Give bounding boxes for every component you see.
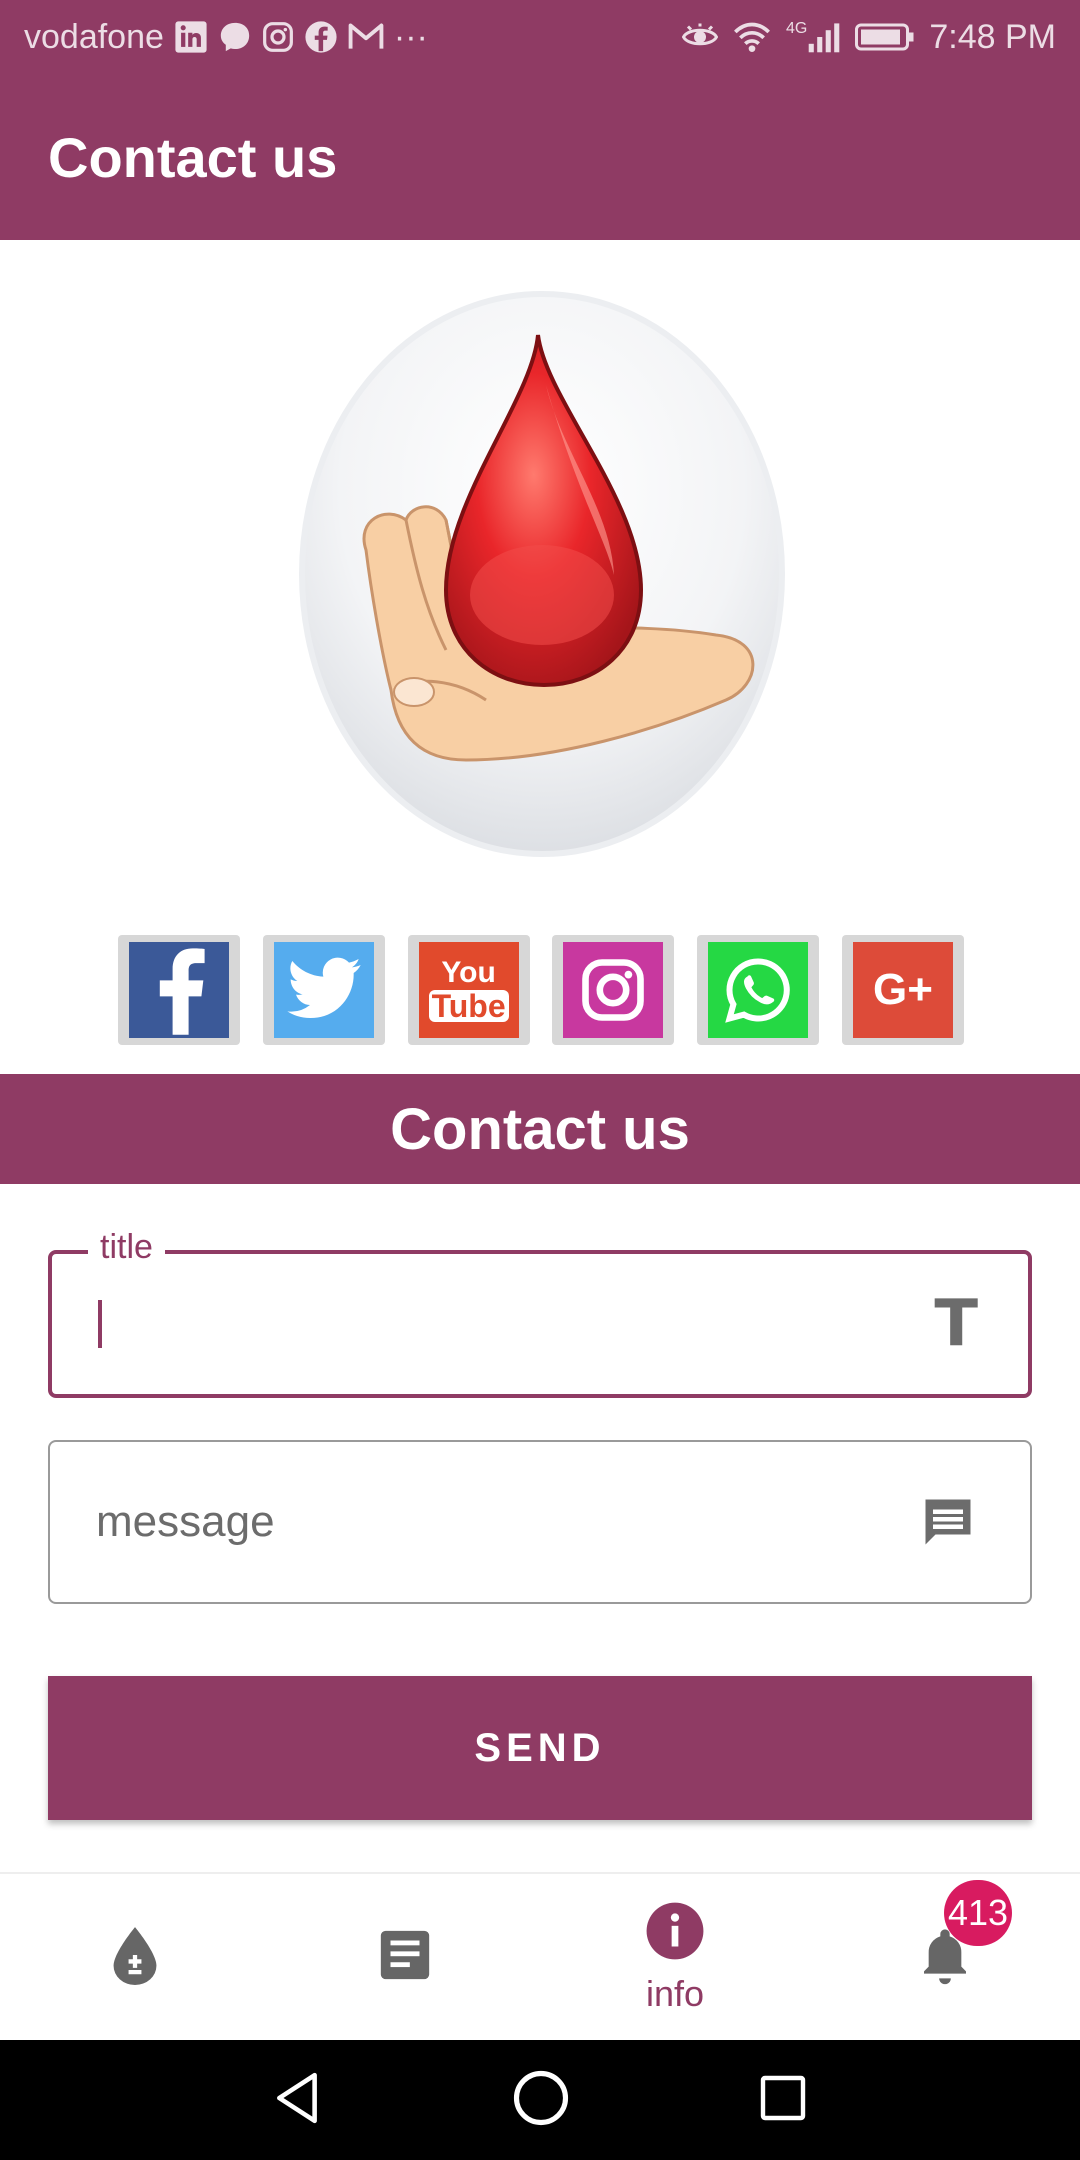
article-icon [376, 1926, 434, 1989]
nav-item-info[interactable]: info [540, 1874, 810, 2040]
page-title: Contact us [48, 125, 338, 189]
title-field-label: title [88, 1228, 165, 1267]
clock: 7:48 PM [929, 17, 1056, 56]
text-cursor [98, 1300, 102, 1348]
app-bar: Contact us [0, 74, 1080, 240]
notification-badge: 413 [944, 1880, 1013, 1946]
nav-item-articles[interactable] [270, 1874, 540, 2040]
youtube-tube-text: Tube [428, 990, 509, 1022]
instagram-button[interactable] [552, 935, 675, 1045]
youtube-you-text: You [441, 956, 496, 989]
social-links: You Tube G+ [118, 935, 964, 1045]
google-plus-text: G+ [873, 965, 933, 1014]
instagram-status-icon [262, 21, 294, 53]
gmail-icon [348, 22, 384, 52]
google-plus-icon: G+ [852, 942, 953, 1038]
bottom-navigation: info 413 [0, 1872, 1080, 2040]
text-format-icon: T [934, 1287, 978, 1361]
nav-item-donate[interactable] [0, 1874, 270, 2040]
nav-label-info: info [645, 1972, 705, 2014]
facebook-button[interactable] [118, 935, 240, 1045]
nav-item-notifications[interactable]: 413 [810, 1874, 1080, 2040]
twitter-icon [273, 942, 374, 1038]
blood-drop-hand-logo [296, 290, 788, 858]
messenger-icon [218, 20, 252, 54]
whatsapp-icon [708, 942, 809, 1038]
linkedin-icon [174, 20, 208, 54]
blood-drop-plus-minus-icon [108, 1925, 162, 1990]
facebook-status-icon [304, 20, 338, 54]
back-icon[interactable] [273, 2071, 323, 2130]
facebook-icon [129, 942, 229, 1038]
youtube-icon: You Tube [418, 942, 519, 1038]
status-bar: vodafone ··· 4G 7:48 PM [0, 0, 1080, 74]
send-button[interactable]: SEND [48, 1676, 1032, 1820]
message-placeholder: message [96, 1497, 275, 1546]
battery-icon [855, 22, 915, 52]
network-type: 4G [786, 20, 808, 37]
system-navigation-bar [0, 2040, 1080, 2160]
home-icon[interactable] [513, 2070, 569, 2131]
message-field[interactable]: message [48, 1440, 1032, 1604]
info-icon [644, 1900, 706, 1967]
title-field[interactable]: title T [48, 1228, 1032, 1398]
recents-icon[interactable] [759, 2074, 807, 2127]
wifi-icon [732, 20, 772, 54]
section-title: Contact us [390, 1096, 690, 1162]
google-plus-button[interactable]: G+ [841, 935, 964, 1045]
eye-icon [682, 22, 719, 52]
youtube-button[interactable]: You Tube [407, 935, 530, 1045]
signal-icon: 4G [786, 20, 841, 54]
whatsapp-button[interactable] [697, 935, 820, 1045]
instagram-icon [563, 942, 664, 1038]
contact-section-header: Contact us [0, 1074, 1080, 1184]
carrier-name: vodafone [24, 17, 164, 56]
more-dots-icon: ··· [393, 17, 428, 56]
twitter-button[interactable] [262, 935, 385, 1045]
message-icon [916, 1492, 980, 1552]
